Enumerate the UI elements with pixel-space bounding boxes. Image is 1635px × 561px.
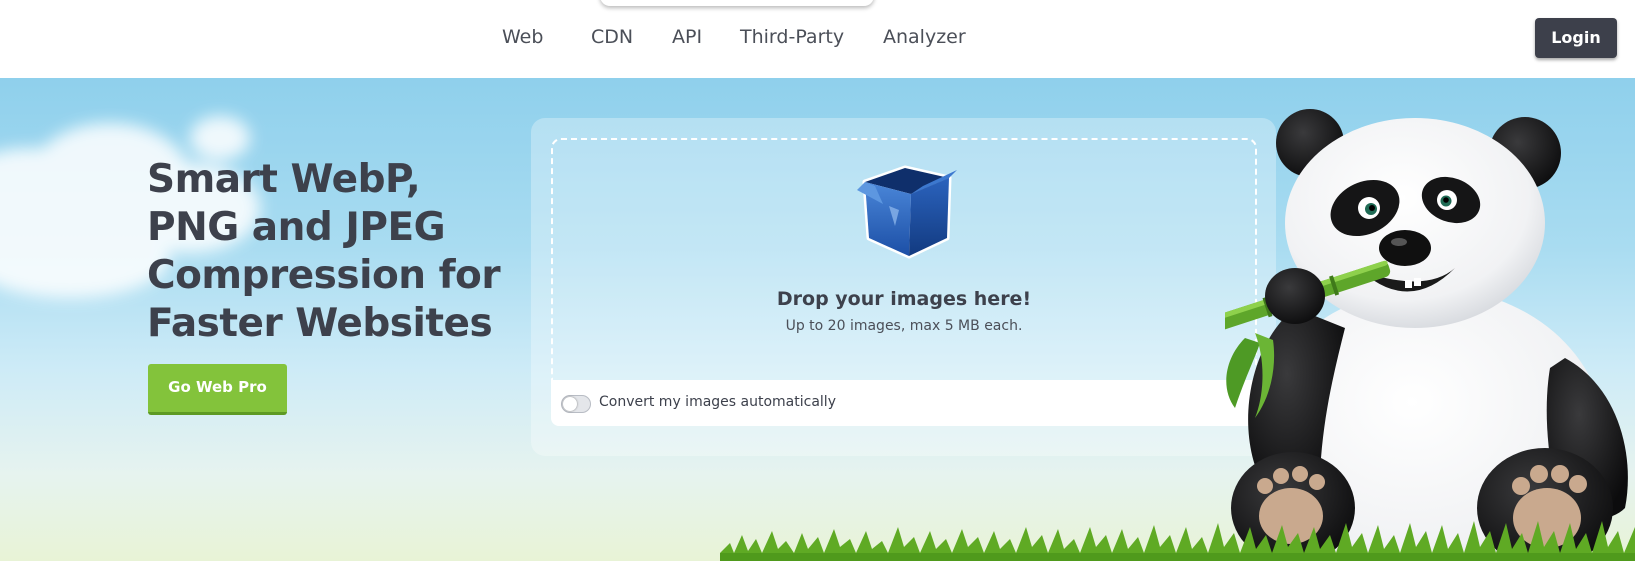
nav-link-cdn[interactable]: CDN	[591, 26, 633, 48]
login-button[interactable]: Login	[1535, 18, 1617, 58]
page: Web CDN API Third-Party Analyzer Login S…	[0, 0, 1635, 561]
nav-link-web[interactable]: Web	[502, 26, 543, 48]
dropzone-subtitle: Up to 20 images, max 5 MB each.	[785, 318, 1023, 334]
top-header: Web CDN API Third-Party Analyzer Login	[0, 0, 1635, 78]
convert-option-bar: Convert my images automatically	[551, 380, 1257, 426]
convert-label: Convert my images automatically	[599, 394, 836, 410]
toggle-knob	[563, 397, 577, 411]
hero-headline: Smart WebP, PNG and JPEG Compression for…	[147, 157, 501, 346]
open-box-icon	[857, 165, 957, 259]
upload-card: Drop your images here! Up to 20 images, …	[531, 118, 1276, 456]
dropzone-title: Drop your images here!	[776, 288, 1032, 310]
image-dropzone[interactable]: Drop your images here! Up to 20 images, …	[551, 138, 1257, 380]
nav-link-third-party[interactable]: Third-Party	[740, 26, 844, 48]
hero-section: Smart WebP, PNG and JPEG Compression for…	[0, 78, 1635, 561]
grass-decoration	[720, 521, 1635, 561]
nav-link-analyzer[interactable]: Analyzer	[883, 26, 966, 48]
panda-mascot-icon	[1225, 109, 1628, 561]
header-tab-handle	[600, 0, 874, 6]
convert-toggle[interactable]	[561, 395, 591, 413]
nav-link-api[interactable]: API	[672, 26, 702, 48]
main-nav: Web CDN API Third-Party Analyzer	[0, 22, 1635, 56]
go-web-pro-button[interactable]: Go Web Pro	[148, 364, 287, 415]
